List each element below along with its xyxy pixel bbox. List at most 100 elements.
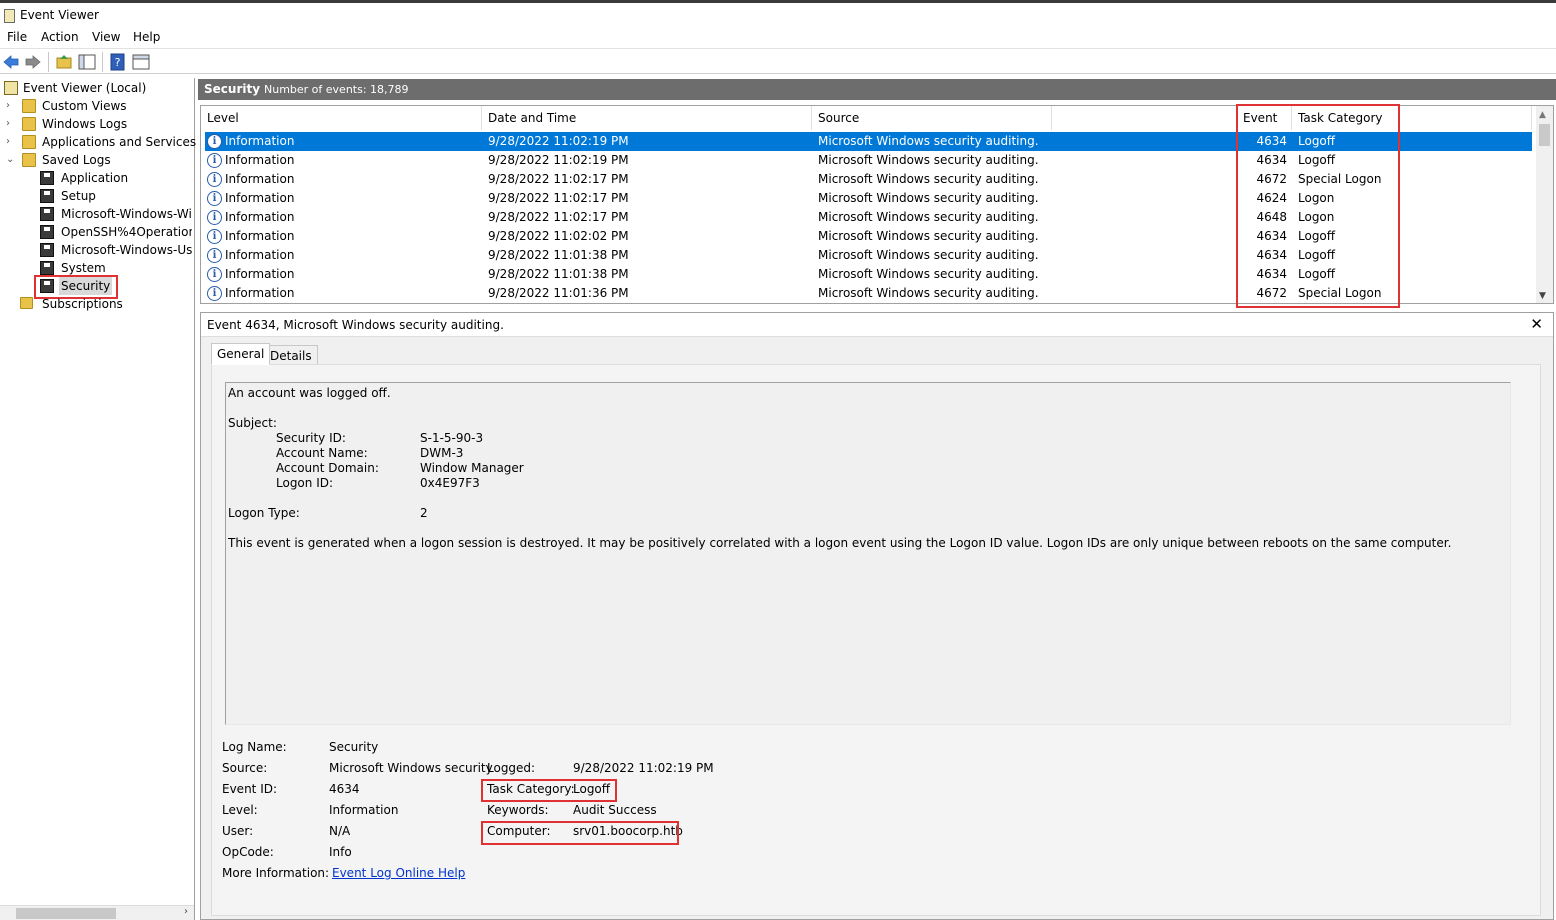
tree-label: Setup (61, 189, 96, 203)
event-count: Number of events: 18,789 (264, 83, 409, 96)
tree-label: Applications and Services Lo (42, 135, 214, 149)
toolbar: ? (0, 48, 1556, 74)
menu-help[interactable]: Help (133, 30, 160, 44)
account-domain-label: Account Domain: (276, 461, 379, 475)
logon-id-value: 0x4E97F3 (420, 476, 480, 490)
close-icon[interactable]: ✕ (1530, 315, 1543, 333)
account-name-label: Account Name: (276, 446, 368, 460)
account-name-value: DWM-3 (420, 446, 464, 460)
cell-level: Information (225, 153, 295, 167)
description-note: This event is generated when a logon ses… (228, 536, 1452, 550)
field-value-level: Information (329, 803, 399, 817)
field-label-level: Level: (222, 803, 258, 817)
cell-date-time: 9/28/2022 11:02:19 PM (488, 153, 629, 167)
menu-view[interactable]: View (92, 30, 120, 44)
logon-id-label: Logon ID: (276, 476, 334, 490)
cell-level: Information (225, 210, 295, 224)
toolbar-separator (48, 52, 49, 72)
cell-level: Information (225, 248, 295, 262)
annotation-box-task-category (481, 779, 617, 802)
tree-label: Saved Logs (42, 153, 111, 167)
column-level[interactable]: Level (201, 106, 482, 130)
chevron-down-icon[interactable]: ⌄ (6, 151, 16, 169)
field-value-opcode: Info (329, 845, 352, 859)
field-label-event-id: Event ID: (222, 782, 278, 796)
tab-general[interactable]: General (211, 343, 271, 365)
scroll-right-icon[interactable]: › (184, 906, 188, 917)
security-id-value: S-1-5-90-3 (420, 431, 484, 445)
menu-file[interactable]: File (7, 30, 27, 44)
column-blank[interactable] (1052, 106, 1237, 130)
help-icon[interactable]: ? (109, 53, 127, 71)
cell-level: Information (225, 134, 295, 148)
scrollbar-thumb[interactable] (1539, 124, 1550, 146)
information-icon: i (207, 134, 222, 149)
cell-date-time: 9/28/2022 11:02:17 PM (488, 172, 629, 186)
cell-date-time: 9/28/2022 11:01:36 PM (488, 286, 629, 300)
cell-date-time: 9/28/2022 11:01:38 PM (488, 267, 629, 281)
cell-source: Microsoft Windows security auditing. (818, 286, 1039, 300)
column-source[interactable]: Source (812, 106, 1052, 130)
menu-action[interactable]: Action (41, 30, 79, 44)
logon-type-value: 2 (420, 506, 428, 520)
folder-icon (22, 153, 36, 167)
scrollbar-thumb[interactable] (16, 908, 116, 919)
chevron-right-icon[interactable]: › (6, 115, 16, 133)
cell-source: Microsoft Windows security auditing. (818, 172, 1039, 186)
window-title: Event Viewer (20, 8, 99, 22)
tab-details[interactable]: Details (264, 345, 318, 365)
tree-label: Subscriptions (42, 297, 123, 311)
cell-date-time: 9/28/2022 11:02:17 PM (488, 210, 629, 224)
information-icon: i (207, 286, 222, 301)
menu-bar: File Action View Help (0, 28, 1556, 48)
saved-log-icon (40, 171, 54, 185)
field-value-event-id: 4634 (329, 782, 360, 796)
tree-label: Application (61, 171, 129, 185)
information-icon: i (207, 191, 222, 206)
events-vertical-scrollbar[interactable]: ▲ ▼ (1536, 106, 1553, 303)
show-hide-action-pane-icon[interactable] (132, 53, 150, 71)
detail-header: Event 4634, Microsoft Windows security a… (201, 313, 1553, 337)
show-hide-tree-icon[interactable] (78, 53, 96, 71)
tree-item-saved-ms-windows-user[interactable]: Microsoft-Windows-User (40, 241, 192, 259)
back-arrow-icon[interactable] (2, 53, 20, 71)
cell-date-time: 9/28/2022 11:02:17 PM (488, 191, 629, 205)
cell-level: Information (225, 191, 295, 205)
detail-title: Event 4634, Microsoft Windows security a… (207, 318, 504, 332)
field-label-source: Source: (222, 761, 268, 775)
cell-source: Microsoft Windows security auditing. (818, 229, 1039, 243)
toolbar-separator (102, 52, 103, 72)
chevron-right-icon[interactable]: › (6, 97, 16, 115)
chevron-right-icon[interactable]: › (6, 133, 16, 151)
tree-item-saved-ms-windows-win[interactable]: Microsoft-Windows-Win (40, 205, 192, 223)
forward-arrow-icon[interactable] (24, 53, 42, 71)
saved-log-icon (40, 243, 54, 257)
up-folder-icon[interactable] (55, 53, 73, 71)
field-label-opcode: OpCode: (222, 845, 274, 859)
svg-text:?: ? (115, 56, 121, 69)
event-viewer-app-icon (4, 9, 15, 23)
tree-horizontal-scrollbar[interactable]: › (0, 905, 194, 920)
information-icon: i (207, 210, 222, 225)
information-icon: i (207, 248, 222, 263)
security-id-label: Security ID: (276, 431, 346, 445)
tree-label: Custom Views (42, 99, 127, 113)
event-log-online-help-link[interactable]: Event Log Online Help (332, 866, 465, 880)
field-value-user: N/A (329, 824, 351, 838)
scroll-up-icon[interactable]: ▲ (1539, 110, 1546, 120)
log-header-bar: Security Number of events: 18,789 (198, 79, 1556, 100)
scroll-down-icon[interactable]: ▼ (1539, 291, 1546, 301)
field-label-user: User: (222, 824, 254, 838)
information-icon: i (207, 172, 222, 187)
field-value-log-name: Security (329, 740, 379, 754)
cell-source: Microsoft Windows security auditing. (818, 191, 1039, 205)
column-date-time[interactable]: Date and Time (482, 106, 812, 130)
information-icon: i (207, 229, 222, 244)
field-label-log-name: Log Name: (222, 740, 287, 754)
saved-log-icon (40, 225, 54, 239)
cell-level: Information (225, 267, 295, 281)
tree-label: OpenSSH%4Operational (61, 225, 192, 239)
tree-item-saved-openssh[interactable]: OpenSSH%4Operational (40, 223, 192, 241)
tree-label: Microsoft-Windows-Win (61, 207, 192, 221)
information-icon: i (207, 267, 222, 282)
